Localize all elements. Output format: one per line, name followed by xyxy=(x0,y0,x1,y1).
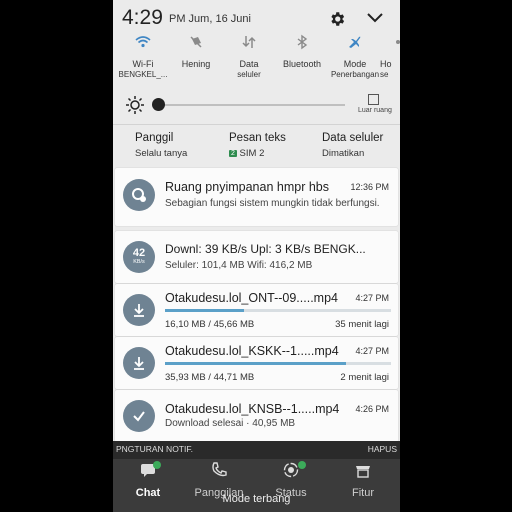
outdoor-checkbox[interactable] xyxy=(368,94,379,105)
status-badge xyxy=(298,461,306,469)
sms-setting[interactable]: Pesan teks 2 SIM 2 xyxy=(229,132,286,159)
download-remaining: 2 menit lagi xyxy=(340,372,389,383)
toggle-label: Bluetooth xyxy=(282,59,322,69)
wifi-icon xyxy=(135,36,151,48)
unread-badge xyxy=(153,461,161,469)
bluetooth-icon xyxy=(297,34,308,50)
collapse-chevron-icon[interactable] xyxy=(367,12,383,24)
sim-badge: 2 xyxy=(229,150,237,157)
notification-settings-button[interactable]: PNGTURAN NOTIF. xyxy=(116,444,193,454)
mobile-data-setting[interactable]: Data seluler Dimatikan xyxy=(322,132,383,159)
toggle-bluetooth[interactable]: Bluetooth xyxy=(274,34,330,70)
notification-time: 4:27 PM xyxy=(355,346,389,356)
notification-time: 4:26 PM xyxy=(355,404,389,414)
download-size: 35,93 MB / 44,71 MB xyxy=(165,372,255,383)
toggle-sublabel: Penerbangan xyxy=(330,70,380,79)
notification-title: Ruang pnyimpanan hmpr hbs xyxy=(165,180,329,194)
toggle-hotspot[interactable]: Ho se xyxy=(380,34,400,80)
notification-time: 4:27 PM xyxy=(355,293,389,303)
download-icon xyxy=(123,347,155,379)
data-title: Data seluler xyxy=(322,132,384,144)
brightness-icon xyxy=(126,96,144,114)
mute-icon xyxy=(190,36,202,48)
airplane-mode-banner: Mode terbang xyxy=(222,493,291,505)
toggle-wifi[interactable]: Wi-Fi BENGKEL_... xyxy=(115,34,171,80)
call-title: Panggil xyxy=(135,132,174,144)
speed-icon-unit: KB/s xyxy=(133,259,145,265)
toggle-label: Wi-Fi xyxy=(132,59,154,69)
toggle-silent[interactable]: Hening xyxy=(168,34,224,70)
notification-net-speed[interactable]: 42 KB/s Downl: 39 KB/s Upl: 3 KB/s BENGK… xyxy=(115,231,398,283)
notification-time: 12:36 PM xyxy=(350,182,389,192)
notification-title: Otakudesu.lol_ONT--09.....mp4 xyxy=(165,291,338,305)
notification-panel: 4:29 PM Jum, 16 Juni Wi-Fi BENGKEL_... H… xyxy=(113,0,400,512)
notification-text: Sebagian fungsi sistem mungkin tidak ber… xyxy=(165,198,380,209)
download-progress-fill xyxy=(165,362,346,365)
outdoor-label: Luar ruang xyxy=(358,107,392,114)
call-value: Selalu tanya xyxy=(135,148,188,159)
toggle-label: Ho xyxy=(380,59,392,69)
notification-storage[interactable]: Ruang pnyimpanan hmpr hbs 12:36 PM Sebag… xyxy=(115,168,398,226)
toggle-airplane[interactable]: Mode Penerbangan xyxy=(327,34,383,80)
speed-icon-value: 42 xyxy=(132,247,146,259)
notification-title: Otakudesu.lol_KNSB--1.....mp4 xyxy=(165,402,340,416)
notification-actions-bar: PNGTURAN NOTIF. HAPUS xyxy=(113,441,400,459)
download-remaining: 35 menit lagi xyxy=(335,319,389,330)
airplane-icon xyxy=(349,36,361,48)
data-value: Dimatikan xyxy=(322,148,365,159)
download-progress-bar xyxy=(165,362,391,365)
notification-download[interactable]: Otakudesu.lol_ONT--09.....mp4 4:27 PM 16… xyxy=(115,284,398,336)
notification-title: Otakudesu.lol_KSKK--1.....mp4 xyxy=(165,344,339,358)
sms-value-row: 2 SIM 2 xyxy=(229,148,286,159)
storage-icon xyxy=(123,179,155,211)
notification-text: Seluler: 101,4 MB Wifi: 416,2 MB xyxy=(165,260,313,271)
download-progress-fill xyxy=(165,309,245,312)
download-icon xyxy=(123,294,155,326)
toggle-sublabel: se xyxy=(380,70,389,79)
clock: 4:29 xyxy=(122,6,163,29)
download-size: 16,10 MB / 45,66 MB xyxy=(165,319,255,330)
notification-text: Download selesai · 40,95 MB xyxy=(165,418,296,429)
toggle-label: Data xyxy=(239,59,259,69)
status-row: 4:29 PM Jum, 16 Juni xyxy=(113,0,400,36)
notification-download-complete[interactable]: Otakudesu.lol_KNSB--1.....mp4 4:26 PM Do… xyxy=(115,390,398,442)
clear-all-button[interactable]: HAPUS xyxy=(368,444,397,454)
toggle-mobile-data[interactable]: Data seluler xyxy=(221,34,277,80)
download-done-icon xyxy=(123,400,155,432)
brightness-slider[interactable] xyxy=(157,104,345,106)
download-progress-bar xyxy=(165,309,391,312)
mobile-data-icon xyxy=(242,36,256,48)
bottom-overlay: PNGTURAN NOTIF. HAPUS Chat Panggilan Sta… xyxy=(113,441,400,512)
hotspot-icon xyxy=(396,40,400,44)
toggle-sublabel: BENGKEL_... xyxy=(118,70,168,79)
settings-gear-icon[interactable] xyxy=(328,10,346,28)
divider xyxy=(113,124,400,125)
brightness-slider-knob[interactable] xyxy=(152,98,165,111)
toggle-label: Hening xyxy=(181,59,211,69)
quick-settings: Wi-Fi BENGKEL_... Hening Data seluler Bl… xyxy=(113,34,400,86)
notification-title: Downl: 39 KB/s Upl: 3 KB/s BENGK... xyxy=(165,242,366,256)
toggle-sublabel: seluler xyxy=(237,70,261,79)
brightness-row: Luar ruang xyxy=(113,92,400,120)
sms-title: Pesan teks xyxy=(229,132,286,144)
notification-download[interactable]: Otakudesu.lol_KSKK--1.....mp4 4:27 PM 35… xyxy=(115,337,398,389)
sms-value: SIM 2 xyxy=(239,148,265,159)
toggle-label: Mode xyxy=(343,59,367,69)
call-setting[interactable]: Panggil Selalu tanya xyxy=(135,132,187,159)
store-icon xyxy=(356,466,370,478)
phone-icon xyxy=(212,462,227,477)
date-label: PM Jum, 16 Juni xyxy=(169,13,251,25)
speed-meter-icon: 42 KB/s xyxy=(123,241,155,273)
